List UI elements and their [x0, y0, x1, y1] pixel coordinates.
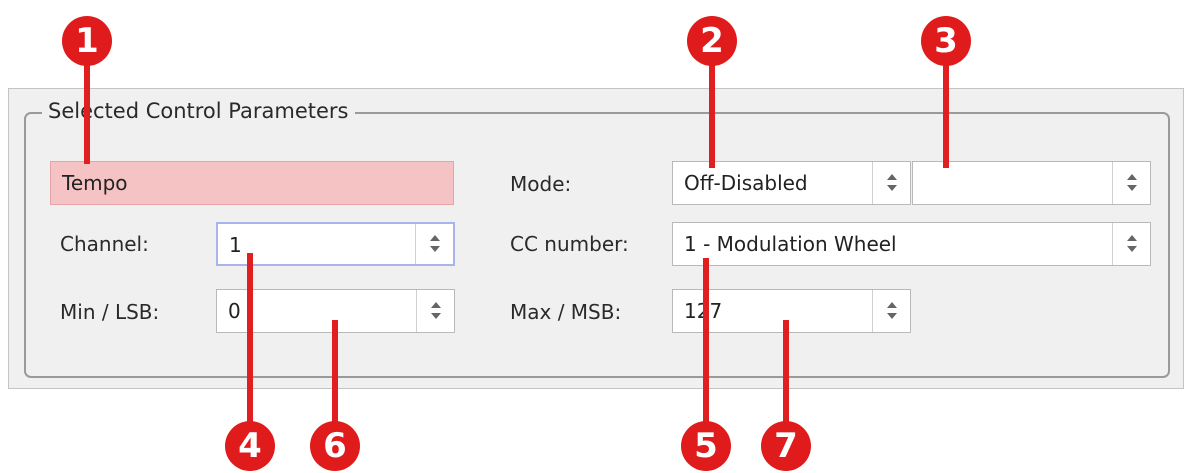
cc-number-select[interactable]: 1 - Modulation Wheel	[672, 222, 1151, 266]
mode-select[interactable]: Off-Disabled	[672, 161, 911, 205]
cc-number-dropdown-arrows-icon[interactable]	[1112, 223, 1150, 265]
mode-dropdown-arrows-icon[interactable]	[872, 162, 910, 204]
channel-spin-arrows-icon[interactable]	[415, 224, 453, 264]
callout-3-badge: 3	[921, 16, 971, 66]
min-lsb-value: 0	[228, 299, 241, 323]
callout-6-badge: 6	[310, 421, 360, 471]
callout-7-badge: 7	[761, 421, 811, 471]
max-msb-spin-arrows-icon[interactable]	[872, 290, 910, 332]
cc-number-label: CC number:	[510, 232, 629, 256]
control-name-field[interactable]: Tempo	[50, 161, 454, 205]
min-lsb-label: Min / LSB:	[60, 300, 160, 324]
min-lsb-spin-arrows-icon[interactable]	[416, 290, 454, 332]
callout-2-badge: 2	[687, 16, 737, 66]
channel-label: Channel:	[60, 232, 149, 256]
cc-number-value: 1 - Modulation Wheel	[684, 232, 897, 256]
mode-value: Off-Disabled	[684, 171, 808, 195]
channel-value: 1	[229, 233, 242, 257]
max-msb-label: Max / MSB:	[510, 300, 622, 324]
callout-4-badge: 4	[225, 421, 275, 471]
callout-5-badge: 5	[681, 421, 731, 471]
callout-1-badge: 1	[62, 16, 112, 66]
mode-sub-dropdown-arrows-icon[interactable]	[1112, 162, 1150, 204]
mode-label: Mode:	[510, 172, 572, 196]
